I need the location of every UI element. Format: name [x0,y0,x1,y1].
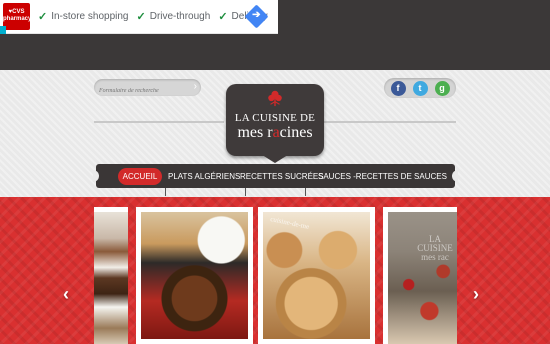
ad-feature-instore: ✓ In-store shopping [38,10,129,23]
search-form: › [94,79,201,100]
watermark-line2: mes rac [421,252,449,262]
logo-title-part: mes r [237,124,273,141]
twitter-icon[interactable]: t [412,80,428,96]
ad-feature-drive: ✓ Drive-through [137,10,211,23]
facebook-icon[interactable]: f [390,80,406,96]
slider-card[interactable] [136,207,253,344]
ad-banner[interactable]: ♥CVS pharmacy ✓ In-store shopping ✓ Driv… [0,0,278,34]
cvs-logo[interactable]: ♥CVS pharmacy [3,3,32,30]
logo-title-part: cines [279,124,313,141]
slider-card[interactable]: cuisine-de-me [258,207,375,344]
slider-card[interactable] [94,207,128,344]
cvs-logo-line1: ♥CVS [8,9,25,15]
cvs-logo-line2: pharmacy [3,16,32,22]
slider-card[interactable]: LA CUISINE mes rac [383,207,457,344]
nav-item-recettes-sucrees[interactable]: RECETTES SUCRÉES [240,168,324,185]
logo-title-line1: LA CUISINE DE [234,112,316,124]
site-logo[interactable]: LA CUISINE DE mes racines [226,84,324,156]
recipe-image[interactable] [94,212,128,344]
search-input[interactable] [94,82,184,100]
nav-item-sauces[interactable]: SAUCES -RECETTES DE SAUCES [318,168,447,185]
slider-prev-icon[interactable]: ‹ [63,284,69,305]
nav-separator [305,188,306,196]
watermark-line1: LA CUISINE [417,234,453,253]
flower-icon [268,90,282,107]
google-icon[interactable]: g [434,80,450,96]
directions-icon[interactable]: ➔ [244,4,269,29]
social-links: f t g [384,78,456,98]
recipe-image[interactable] [388,212,457,344]
checkmark-icon: ✓ [38,11,48,23]
recipe-image[interactable] [141,212,248,339]
nav-notch-right [452,170,458,182]
nav-separator [165,188,166,196]
search-submit-icon[interactable]: › [194,81,197,92]
header-divider-left [94,121,224,123]
nav-item-accueil[interactable]: ACCUEIL [118,168,162,185]
nav-item-plats-algeriens[interactable]: PLATS ALGÉRIENS [168,168,240,185]
image-watermark: LA CUISINE mes rac [413,235,457,262]
checkmark-icon: ✓ [218,11,228,23]
header-divider-right [324,121,456,123]
ad-feature-label: Drive-through [149,11,211,22]
checkmark-icon: ✓ [136,11,146,23]
nav-separator [245,188,246,196]
slider-next-icon[interactable]: › [473,284,479,305]
logo-pointer [259,153,291,163]
ad-feature-label: In-store shopping [51,11,129,22]
recipe-image[interactable] [263,212,370,339]
ad-choices-icon[interactable] [0,26,6,34]
logo-title-highlight: a [272,124,280,141]
logo-title-line2: mes racines [226,124,324,142]
